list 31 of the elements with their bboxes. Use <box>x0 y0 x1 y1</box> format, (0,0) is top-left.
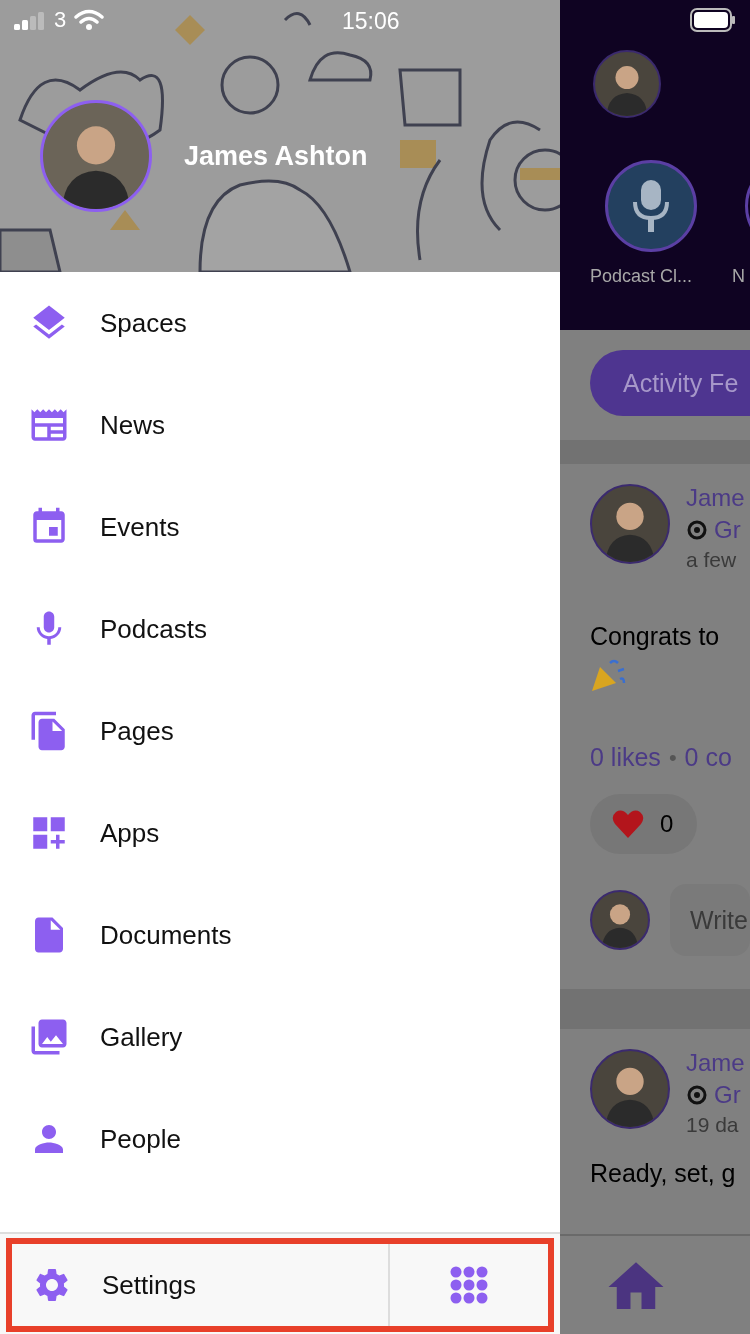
feed-tab[interactable]: Activity Fe <box>590 350 750 416</box>
menu-item[interactable]: Apps <box>0 782 560 884</box>
menu-item[interactable]: Spaces <box>0 272 560 374</box>
separator-dot: • <box>668 744 677 771</box>
group-icon <box>686 1084 708 1106</box>
signal-icon <box>14 10 46 30</box>
story-label: N <box>732 266 745 287</box>
wifi-icon <box>74 9 105 31</box>
reaction-button[interactable]: 0 <box>590 794 697 854</box>
post-text: Congrats to <box>590 622 721 651</box>
menu-item[interactable]: Pages <box>0 680 560 782</box>
profile-name: James Ashton <box>184 140 368 172</box>
carrier-label: 3 <box>54 7 67 33</box>
heart-icon <box>612 809 644 839</box>
group-icon <box>686 519 708 541</box>
party-popper-icon <box>590 657 626 693</box>
battery-icon <box>690 8 736 32</box>
user-avatar[interactable] <box>590 890 650 950</box>
post-time: 19 da <box>686 1113 740 1137</box>
menu-item[interactable]: People <box>0 1088 560 1190</box>
microphone-icon <box>631 178 671 234</box>
menu-item[interactable]: Podcasts <box>0 578 560 680</box>
post-text: Ready, set, g <box>590 1159 737 1188</box>
story-label: Podcast Cl... <box>590 266 693 287</box>
menu-item[interactable]: Events <box>0 476 560 578</box>
grid-menu-icon[interactable] <box>450 1266 488 1304</box>
menu-item[interactable]: Gallery <box>0 986 560 1088</box>
post-time: a few <box>686 548 738 572</box>
status-time: 15:06 <box>342 8 400 35</box>
menu-item[interactable]: Documents <box>0 884 560 986</box>
menu-item[interactable]: News <box>0 374 560 476</box>
